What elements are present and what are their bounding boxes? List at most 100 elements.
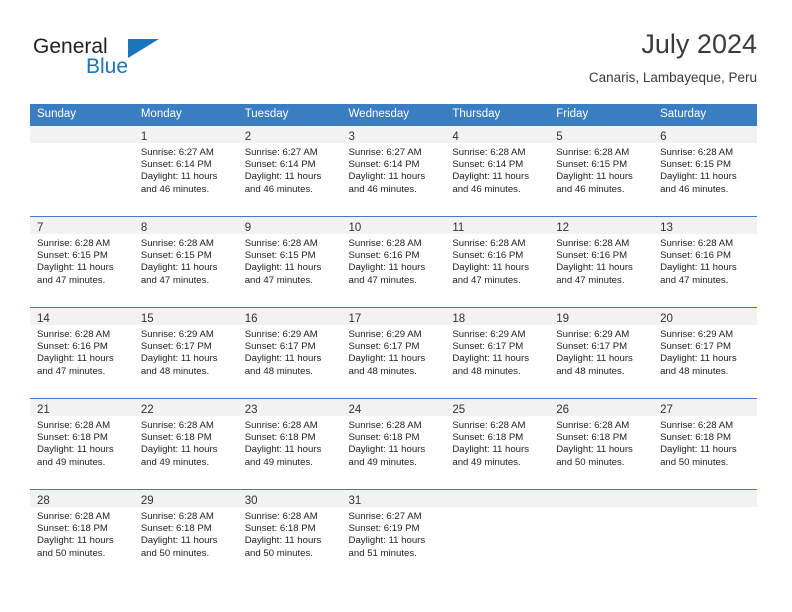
calendar-day-cell[interactable]: 9 Sunrise: 6:28 AM Sunset: 6:15 PM Daylight… [237,216,342,308]
day-detail-line: Sunrise: 6:28 AM [244,420,318,431]
calendar-day-cell[interactable]: 16 Sunrise: 6:29 AM Sunset: 6:17 PM Dayligh… [237,307,342,399]
day-detail-line: Sunset: 6:16 PM [452,250,524,262]
calendar-day-cell[interactable]: 27 Sunrise: 6:28 AM Sunset: 6:18 PM Dayligh… [653,398,757,490]
day-detail-line: Daylight: 11 hours [244,171,322,183]
calendar-day-cell[interactable]: 1 Sunrise: 6:27 AM Sunset: 6:14 PM Daylight… [133,125,238,217]
day-detail-line: Sunrise: 6:29 AM [244,329,318,340]
day-number-strip: 7 [30,217,134,234]
day-details: Sunrise: 6:29 AM Sunset: 6:17 PM Daylight:… [238,325,342,378]
day-detail-line: Sunrise: 6:28 AM [140,420,214,431]
day-cell-content: 23 Sunrise: 6:28 AM Sunset: 6:18 PM Dayligh… [237,399,342,489]
calendar-day-cell[interactable]: 7 Sunrise: 6:28 AM Sunset: 6:15 PM Daylight… [30,216,134,308]
calendar-day-cell[interactable]: 25 Sunrise: 6:28 AM Sunset: 6:18 PM Dayligh… [445,398,550,490]
day-number: 8 [140,222,148,234]
day-detail-line: Sunset: 6:17 PM [556,341,628,353]
calendar-day-cell[interactable]: 13 Sunrise: 6:28 AM Sunset: 6:16 PM Dayligh… [653,216,757,308]
day-details: Sunrise: 6:29 AM Sunset: 6:17 PM Daylight:… [549,325,653,378]
day-detail-line: and 47 minutes. [660,274,729,286]
day-detail-line: and 49 minutes. [452,456,521,468]
day-details: Sunrise: 6:28 AM Sunset: 6:16 PM Daylight:… [445,234,549,287]
day-detail-line: Daylight: 11 hours [556,262,633,274]
day-number: 27 [660,404,673,416]
logo-triangle-icon [128,39,159,58]
calendar-day-cell[interactable]: 11 Sunrise: 6:28 AM Sunset: 6:16 PM Dayligh… [445,216,550,308]
day-cell-content [549,490,654,580]
day-detail-line: and 46 minutes. [140,183,210,195]
calendar-day-cell[interactable]: 18 Sunrise: 6:29 AM Sunset: 6:17 PM Dayligh… [445,307,550,399]
weekday-header-sunday: Sunday [30,104,134,126]
day-detail-line: and 50 minutes. [244,547,313,559]
day-number: 7 [37,222,44,234]
calendar-day-cell[interactable]: 8 Sunrise: 6:28 AM Sunset: 6:15 PM Daylight… [133,216,238,308]
calendar-day-cell[interactable]: 24 Sunrise: 6:28 AM Sunset: 6:18 PM Dayligh… [341,398,446,490]
day-detail-line: Sunrise: 6:29 AM [348,329,422,340]
day-number: 4 [452,131,459,143]
day-detail-line: Sunset: 6:15 PM [244,250,316,262]
calendar-day-cell[interactable]: 19 Sunrise: 6:29 AM Sunset: 6:17 PM Dayligh… [549,307,654,399]
weekday-header-monday: Monday [133,104,238,126]
calendar-day-cell[interactable]: 4 Sunrise: 6:28 AM Sunset: 6:14 PM Daylight… [445,125,550,217]
day-cell-content: 14 Sunrise: 6:28 AM Sunset: 6:16 PM Dayligh… [30,308,134,398]
day-detail-line: and 48 minutes. [452,365,521,377]
day-number-strip: 13 [653,217,757,234]
calendar-day-cell[interactable]: 15 Sunrise: 6:29 AM Sunset: 6:17 PM Dayligh… [133,307,238,399]
day-number: 6 [660,131,667,143]
calendar-day-cell[interactable]: 6 Sunrise: 6:28 AM Sunset: 6:15 PM Daylight… [653,125,757,217]
weekday-header-row: Sunday Monday Tuesday Wednesday Thursday Frid… [30,104,757,126]
calendar-day-cell[interactable]: 17 Sunrise: 6:29 AM Sunset: 6:17 PM Dayligh… [341,307,446,399]
calendar-day-cell[interactable]: 28 Sunrise: 6:28 AM Sunset: 6:18 PM Dayligh… [30,489,134,580]
calendar-day-cell[interactable]: 2 Sunrise: 6:27 AM Sunset: 6:14 PM Daylight… [237,125,342,217]
day-detail-line: and 47 minutes. [348,274,417,286]
day-detail-line: Sunrise: 6:27 AM [140,147,214,158]
calendar-day-cell[interactable]: 14 Sunrise: 6:28 AM Sunset: 6:16 PM Dayligh… [30,307,134,399]
day-details: Sunrise: 6:28 AM Sunset: 6:18 PM Daylight:… [134,507,238,560]
day-number: 20 [660,313,673,325]
calendar-day-cell[interactable]: 12 Sunrise: 6:28 AM Sunset: 6:16 PM Dayligh… [549,216,654,308]
day-detail-line: Daylight: 11 hours [452,444,529,456]
title-block: July 2024 Canaris, Lambayeque, Peru [589,28,757,87]
calendar-table: Sunday Monday Tuesday Wednesday Thursday Frid… [30,104,757,580]
day-detail-line: Sunset: 6:18 PM [348,432,420,444]
weekday-header-friday: Friday [549,104,654,126]
day-detail-line: and 47 minutes. [37,365,106,377]
calendar-day-cell[interactable]: 30 Sunrise: 6:28 AM Sunset: 6:18 PM Dayligh… [237,489,342,580]
day-detail-line: and 47 minutes. [452,274,521,286]
day-number: 1 [140,131,148,143]
day-detail-line: Daylight: 11 hours [37,444,114,456]
day-number-strip: 27 [653,399,757,416]
day-detail-line: and 50 minutes. [660,456,729,468]
day-number-strip: 20 [653,308,757,325]
day-detail-line: and 47 minutes. [556,274,625,286]
day-number: 28 [37,495,50,507]
calendar-day-cell[interactable]: 5 Sunrise: 6:28 AM Sunset: 6:15 PM Daylight… [549,125,654,217]
day-cell-content: 12 Sunrise: 6:28 AM Sunset: 6:16 PM Dayligh… [549,217,654,307]
calendar-day-cell[interactable]: 23 Sunrise: 6:28 AM Sunset: 6:18 PM Dayligh… [237,398,342,490]
day-number-strip: 14 [30,308,134,325]
day-number-strip: 28 [30,490,134,507]
day-detail-line: Sunset: 6:17 PM [660,341,731,353]
day-detail-line: Daylight: 11 hours [37,353,114,365]
calendar-day-cell[interactable]: 10 Sunrise: 6:28 AM Sunset: 6:16 PM Dayligh… [341,216,446,308]
calendar-day-cell[interactable]: 22 Sunrise: 6:28 AM Sunset: 6:18 PM Dayligh… [133,398,238,490]
day-detail-line: Daylight: 11 hours [348,353,426,365]
day-number-strip: 4 [445,126,550,143]
day-cell-content: 5 Sunrise: 6:28 AM Sunset: 6:15 PM Daylight… [549,126,654,216]
calendar-day-cell[interactable]: 3 Sunrise: 6:27 AM Sunset: 6:14 PM Daylight… [341,125,446,217]
calendar-week-row: 7 Sunrise: 6:28 AM Sunset: 6:15 PM Daylight… [30,216,757,308]
day-detail-line: Sunset: 6:17 PM [348,341,420,353]
day-number-strip: 16 [237,308,342,325]
calendar-day-cell[interactable]: 21 Sunrise: 6:28 AM Sunset: 6:18 PM Dayligh… [30,398,134,490]
calendar-day-cell[interactable]: 20 Sunrise: 6:29 AM Sunset: 6:17 PM Dayligh… [653,307,757,399]
calendar-day-cell[interactable]: 31 Sunrise: 6:27 AM Sunset: 6:19 PM Dayligh… [341,489,446,580]
day-details: Sunrise: 6:28 AM Sunset: 6:15 PM Daylight:… [238,234,342,287]
day-detail-line: Sunset: 6:16 PM [348,250,420,262]
day-detail-line: Sunset: 6:15 PM [556,159,628,171]
day-detail-line: Daylight: 11 hours [244,535,322,547]
day-detail-line: Sunset: 6:18 PM [452,432,524,444]
day-detail-line: and 48 minutes. [244,365,313,377]
day-cell-content: 28 Sunrise: 6:28 AM Sunset: 6:18 PM Dayligh… [30,490,134,580]
day-detail-line: Sunset: 6:16 PM [660,250,731,262]
day-detail-line: Daylight: 11 hours [37,262,114,274]
calendar-day-cell[interactable]: 26 Sunrise: 6:28 AM Sunset: 6:18 PM Dayligh… [549,398,654,490]
calendar-day-cell[interactable]: 29 Sunrise: 6:28 AM Sunset: 6:18 PM Dayligh… [133,489,238,580]
